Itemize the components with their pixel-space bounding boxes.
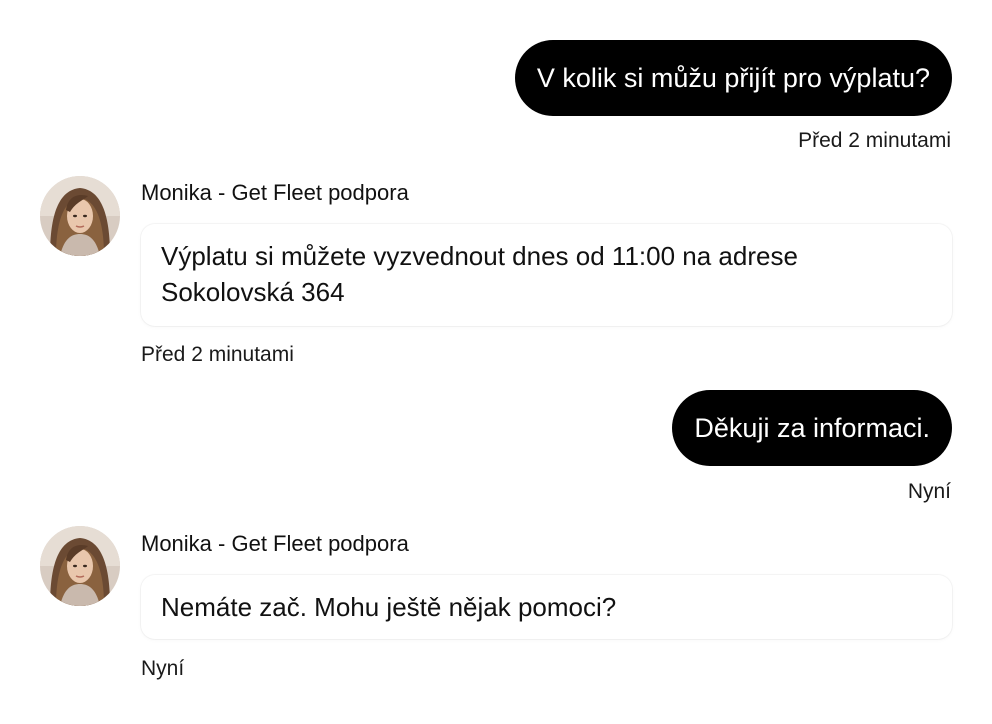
- chat-conversation: V kolik si můžu přijít pro výplatu? Před…: [0, 0, 992, 724]
- incoming-message-bubble[interactable]: Výplatu si můžete vyzvednout dnes od 11:…: [141, 224, 952, 326]
- message-text: Nemáte zač. Mohu ještě nějak pomoci?: [161, 592, 617, 622]
- support-agent-avatar: [40, 176, 120, 256]
- message-text: V kolik si můžu přijít pro výplatu?: [536, 63, 930, 93]
- sender-name: Monika - Get Fleet podpora: [141, 531, 409, 556]
- sender-name: Monika - Get Fleet podpora: [141, 180, 409, 205]
- message-timestamp: Před 2 minutami: [798, 129, 951, 152]
- message-timestamp: Před 2 minutami: [141, 343, 294, 366]
- outgoing-message-bubble[interactable]: Děkuji za informaci.: [672, 390, 952, 466]
- message-timestamp: Nyní: [907, 480, 951, 503]
- incoming-message-bubble[interactable]: Nemáte zač. Mohu ještě nějak pomoci?: [141, 575, 952, 639]
- message-text: Výplatu si můžete vyzvednout dnes od 11:…: [161, 241, 798, 307]
- message-timestamp: Nyní: [141, 657, 185, 680]
- outgoing-message-bubble[interactable]: V kolik si můžu přijít pro výplatu?: [514, 40, 952, 116]
- support-agent-avatar: [40, 526, 120, 606]
- message-text: Děkuji za informaci.: [694, 413, 930, 443]
- user-avatar-photo-icon: [40, 526, 120, 606]
- user-avatar-photo-icon: [40, 176, 120, 256]
